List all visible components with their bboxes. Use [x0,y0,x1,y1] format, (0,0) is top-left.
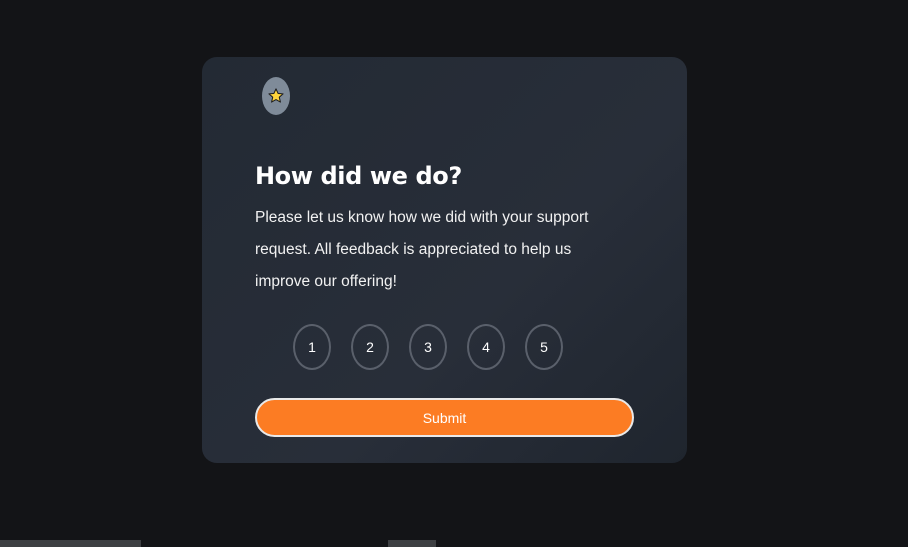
star-icon [268,88,284,103]
bottom-scroll-bar [0,540,141,547]
card-title: How did we do? [255,162,462,190]
rating-option-1[interactable]: 1 [293,324,331,370]
star-badge [262,77,290,115]
card-description: Please let us know how we did with your … [255,209,589,290]
submit-button[interactable]: Submit [255,398,634,437]
rating-options: 1 2 3 4 5 [293,324,563,370]
rating-option-4[interactable]: 4 [467,324,505,370]
rating-option-3[interactable]: 3 [409,324,447,370]
bottom-scroll-thumb [388,540,436,547]
rating-option-5[interactable]: 5 [525,324,563,370]
rating-option-2[interactable]: 2 [351,324,389,370]
rating-card: How did we do? Please let us know how we… [202,57,687,463]
